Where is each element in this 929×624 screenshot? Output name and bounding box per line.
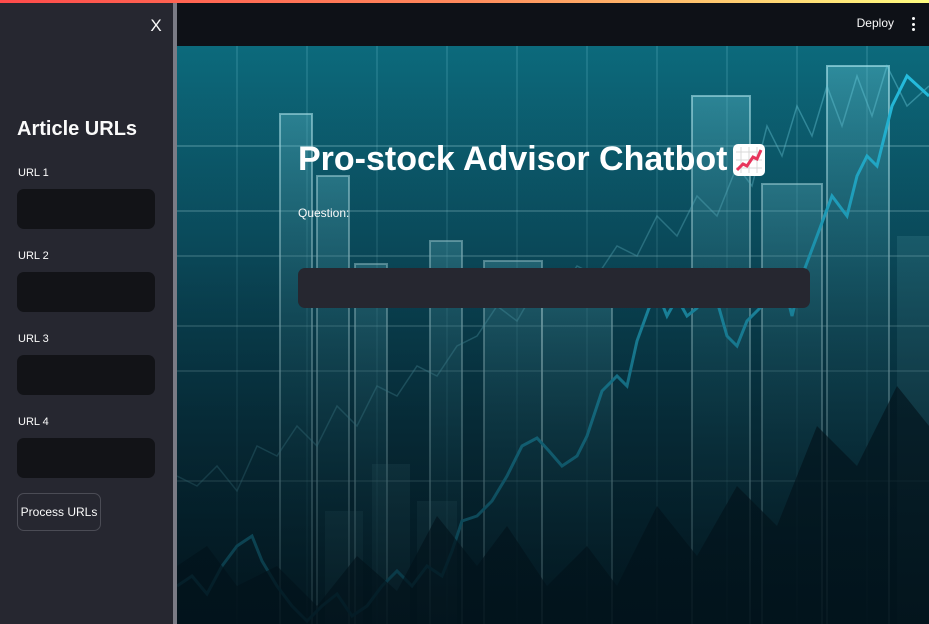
process-urls-button[interactable]: Process URLs xyxy=(17,493,101,531)
app-header: Deploy xyxy=(177,3,929,46)
question-label: Question: xyxy=(298,206,350,220)
sidebar-title: Article URLs xyxy=(17,118,138,140)
url-4-label: URL 4 xyxy=(18,416,49,428)
deploy-button[interactable]: Deploy xyxy=(857,16,894,30)
sidebar: X Article URLs URL 1 URL 2 URL 3 URL 4 P… xyxy=(0,0,173,624)
main-menu-icon[interactable] xyxy=(908,14,918,34)
url-1-label: URL 1 xyxy=(18,167,49,179)
url-3-label: URL 3 xyxy=(18,333,49,345)
question-input[interactable] xyxy=(298,268,810,308)
url-4-input[interactable] xyxy=(17,438,155,478)
url-2-label: URL 2 xyxy=(18,250,49,262)
chart-increasing-icon xyxy=(733,143,766,176)
stock-chart-background-image xyxy=(177,46,929,624)
top-decoration-bar xyxy=(0,0,929,3)
main-background xyxy=(177,46,929,624)
page-title-text: Pro-stock Advisor Chatbot xyxy=(298,140,728,178)
url-1-input[interactable] xyxy=(17,189,155,229)
close-sidebar-button[interactable]: X xyxy=(146,14,166,38)
url-2-input[interactable] xyxy=(17,272,155,312)
page-title: Pro-stock Advisor Chatbot xyxy=(298,140,766,179)
url-3-input[interactable] xyxy=(17,355,155,395)
